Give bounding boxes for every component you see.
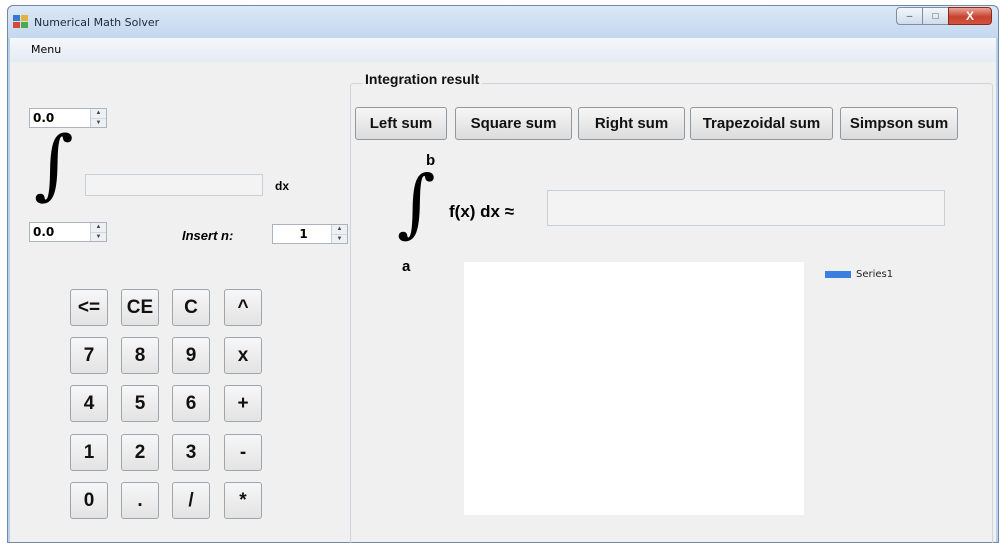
dx-label: dx <box>275 179 290 193</box>
group-title: Integration result <box>362 71 483 87</box>
integral-icon: ∫ <box>34 119 74 208</box>
function-input[interactable] <box>85 174 263 196</box>
calc-key[interactable]: / <box>172 482 210 519</box>
calc-key[interactable]: CE <box>121 289 159 326</box>
legend-swatch <box>825 271 851 278</box>
calc-key[interactable]: 2 <box>121 434 159 471</box>
spin-up-icon[interactable]: ▲ <box>91 223 106 233</box>
caption-buttons: – □ X <box>896 7 992 25</box>
calc-key[interactable]: 8 <box>121 337 159 374</box>
calc-key[interactable]: + <box>224 385 262 422</box>
calc-key[interactable]: 3 <box>172 434 210 471</box>
chart-legend: Series1 <box>825 269 893 280</box>
lower-bound-label: a <box>402 258 411 275</box>
calc-key[interactable]: 1 <box>70 434 108 471</box>
calc-key[interactable]: <= <box>70 289 108 326</box>
left-sum-button[interactable]: Left sum <box>355 107 447 140</box>
right-sum-button[interactable]: Right sum <box>578 107 685 140</box>
lower-limit-value[interactable]: 0.0 <box>30 225 90 239</box>
lower-limit-spin-buttons[interactable]: ▲ ▼ <box>90 223 106 241</box>
upper-limit-spin-buttons[interactable]: ▲ ▼ <box>90 109 106 127</box>
spin-up-icon[interactable]: ▲ <box>332 225 347 235</box>
maximize-button[interactable]: □ <box>922 7 948 25</box>
spin-up-icon[interactable]: ▲ <box>91 109 106 119</box>
calc-key[interactable]: 4 <box>70 385 108 422</box>
n-spin-buttons[interactable]: ▲ ▼ <box>331 225 347 243</box>
calc-key[interactable]: C <box>172 289 210 326</box>
app-icon <box>13 15 28 28</box>
calc-key[interactable]: * <box>224 482 262 519</box>
close-button[interactable]: X <box>948 7 992 25</box>
chart-plot-area <box>464 262 804 515</box>
calc-key[interactable]: 6 <box>172 385 210 422</box>
lower-limit-stepper[interactable]: 0.0 ▲ ▼ <box>29 222 107 242</box>
insert-n-label: Insert n: <box>182 228 234 243</box>
calc-key[interactable]: . <box>121 482 159 519</box>
result-output[interactable] <box>547 190 945 226</box>
app-window: Numerical Math Solver – □ X Menu 0.0 ▲ ▼… <box>7 5 999 543</box>
minimize-button[interactable]: – <box>896 7 922 25</box>
simpson-sum-button[interactable]: Simpson sum <box>840 107 958 140</box>
n-value[interactable]: 1 <box>273 227 331 241</box>
title-bar[interactable]: Numerical Math Solver – □ X <box>8 6 998 38</box>
menu-item[interactable]: Menu <box>31 43 61 56</box>
calc-key[interactable]: 0 <box>70 482 108 519</box>
menu-bar: Menu <box>10 38 996 62</box>
calc-key[interactable]: ^ <box>224 289 262 326</box>
calc-key[interactable]: 9 <box>172 337 210 374</box>
n-stepper[interactable]: 1 ▲ ▼ <box>272 224 348 244</box>
spin-down-icon[interactable]: ▼ <box>91 232 106 241</box>
integral-icon: ∫ <box>397 160 436 246</box>
calc-key[interactable]: - <box>224 434 262 471</box>
window-title: Numerical Math Solver <box>34 16 160 29</box>
trapezoidal-sum-button[interactable]: Trapezoidal sum <box>690 107 833 140</box>
legend-label: Series1 <box>856 269 894 280</box>
square-sum-button[interactable]: Square sum <box>455 107 572 140</box>
spin-down-icon[interactable]: ▼ <box>91 118 106 127</box>
calc-key[interactable]: 7 <box>70 337 108 374</box>
integral-expression: f(x) dx ≈ <box>449 202 515 221</box>
client-area: Menu 0.0 ▲ ▼ ∫ dx 0.0 ▲ ▼ Insert n: 1 ▲ … <box>10 38 996 543</box>
calc-key[interactable]: x <box>224 337 262 374</box>
spin-down-icon[interactable]: ▼ <box>332 234 347 243</box>
calc-key[interactable]: 5 <box>121 385 159 422</box>
